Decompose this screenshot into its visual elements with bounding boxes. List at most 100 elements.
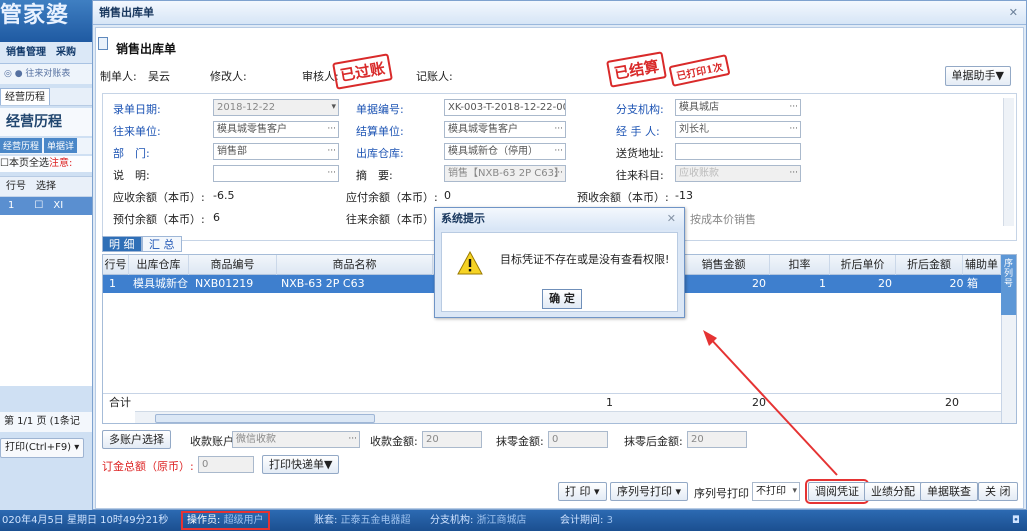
col-rowno[interactable]: 行号 (103, 255, 129, 275)
col-product-name[interactable]: 商品名称 (277, 255, 433, 275)
doc-helper-button[interactable]: 单据助手▼ (944, 66, 1011, 86)
print-express-button[interactable]: 打印快递单▼ (262, 455, 340, 474)
col-discount-rate[interactable]: 扣率 (770, 255, 830, 275)
cell-warehouse: 模具城新仓 (133, 277, 188, 290)
cell-rowno: 1 (109, 277, 116, 290)
ellipsis-icon[interactable]: ··· (327, 144, 336, 159)
dropdown-icon: ▾ (792, 486, 797, 496)
col-discount-price[interactable]: 折后单价 (830, 255, 896, 275)
quick-nav[interactable]: ◎ ● 往来对账表 (0, 64, 92, 84)
bg-pager: 第 1/1 页 (1条记 (0, 412, 92, 432)
ellipsis-icon[interactable]: ··· (789, 166, 798, 181)
after-zero-label: 抹零后金额: (624, 435, 683, 448)
subject-value: 应收账款 (679, 168, 719, 179)
dept-field[interactable]: 销售部 ··· (213, 143, 339, 160)
prepay-label: 预付余额（本币）: (113, 213, 205, 226)
address-field[interactable] (675, 143, 801, 160)
amount-field[interactable]: 20 (422, 431, 482, 448)
bg-subtabs: 经营历程 单据详 (0, 138, 92, 154)
warning-icon (457, 251, 483, 275)
status-bar: 020年4月5日 星期日 10时49分21秒 操作员: 超级用户 账套: 正泰五… (0, 510, 1027, 531)
ellipsis-icon[interactable]: ··· (789, 122, 798, 137)
serial-column-tab[interactable]: 序列号 (1001, 255, 1016, 315)
tab-detail[interactable]: 明 细 (102, 236, 142, 252)
dept-value: 销售部 (217, 146, 247, 157)
settle-field[interactable]: 模具城零售客户 ··· (444, 121, 566, 138)
dialog-ok-button[interactable]: 确 定 (542, 289, 582, 309)
subtab-doc-detail[interactable]: 单据详 (44, 138, 78, 153)
subject-field[interactable]: 应收账款 ··· (675, 165, 801, 182)
close-button[interactable]: 关 闭 (978, 482, 1018, 501)
tab-history[interactable]: 经营历程 (0, 88, 50, 105)
select-note: 注意: (48, 158, 73, 169)
address-label: 送货地址: (616, 147, 664, 160)
ellipsis-icon[interactable]: ··· (348, 432, 357, 447)
print-button[interactable]: 打 印 ▾ (558, 482, 607, 501)
scroll-thumb[interactable] (155, 414, 375, 423)
partner-value: 模具城零售客户 (217, 124, 287, 135)
subtab-history[interactable]: 经营历程 (0, 138, 43, 153)
col-discount-amount[interactable]: 折后金额 (896, 255, 963, 275)
select-all-row[interactable]: ☐本页全选注意: (0, 156, 92, 172)
partner-field[interactable]: 模具城零售客户 ··· (213, 121, 339, 138)
date-field[interactable]: 2018-12-22 ▾ (213, 99, 339, 116)
ellipsis-icon[interactable]: ··· (554, 166, 563, 181)
ar-value: -6.5 (213, 189, 235, 202)
ellipsis-icon[interactable]: ··· (554, 122, 563, 137)
col-sales-amount[interactable]: 销售金额 (678, 255, 770, 275)
doc-link-query-button[interactable]: 单据联查 (920, 482, 978, 501)
bg-print-button[interactable]: 打印(Ctrl+F9) ▾ (0, 438, 84, 458)
note-label: 说 明: (113, 169, 150, 182)
document-icon (98, 37, 108, 50)
summary-field[interactable]: 销售【NXB-63 2P C63】 ··· (444, 165, 566, 182)
bg-col-rowno: 行号 (6, 181, 26, 192)
grid-horizontal-scrollbar[interactable] (135, 411, 1001, 423)
serial-print-select[interactable]: 不打印 ▾ (752, 482, 800, 501)
total-discount: 20 (945, 396, 959, 409)
status-account: 账套: 正泰五金电器超 (314, 510, 411, 531)
dialog-close-icon[interactable]: ✕ (667, 208, 676, 230)
bg-print-label: 打印(Ctrl+F9) (5, 442, 72, 453)
col-aux-unit[interactable]: 辅助单 (963, 255, 1001, 275)
col-warehouse[interactable]: 出库仓库 (129, 255, 189, 275)
prepay-value: 6 (213, 211, 220, 224)
window-close-icon[interactable]: ✕ (1009, 1, 1018, 25)
tab-summary[interactable]: 汇 总 (142, 236, 182, 252)
docno-field[interactable]: XK-003-T-2018-12-22-002 (444, 99, 566, 116)
handler-value: 刘长礼 (679, 124, 709, 135)
payment-row: 多账户选择 收款账户: 微信收款 ··· 收款金额: 20 抹零金额: 0 抹零后… (102, 430, 1017, 450)
total-label: 合计 (109, 396, 131, 409)
performance-allocation-button[interactable]: 业绩分配 (864, 482, 922, 501)
bg-grid: 行号 选择 1 ☐ XI (0, 176, 92, 386)
handler-field[interactable]: 刘长礼 ··· (675, 121, 801, 138)
select-all-label: 本页全选 (8, 158, 49, 169)
col-product-code[interactable]: 商品编号 (189, 255, 277, 275)
menu-item-purchase[interactable]: 采购 (56, 47, 76, 58)
multi-account-button[interactable]: 多账户选择 (102, 430, 171, 449)
account-field[interactable]: 微信收款 ··· (232, 431, 360, 448)
deposit-field[interactable]: 0 (198, 456, 254, 473)
status-operator: 操作员: 超级用户 (181, 511, 270, 530)
ellipsis-icon[interactable]: ··· (327, 166, 336, 181)
serial-print-button[interactable]: 序列号打印 ▾ (610, 482, 689, 501)
fields-scrollbar[interactable] (1003, 98, 1014, 226)
bg-grid-row[interactable]: 1 ☐ XI (0, 197, 92, 215)
stamp-posted: 已过账 (332, 53, 393, 90)
dialog-body: 目标凭证不存在或是没有查看权限! 确 定 (441, 232, 678, 312)
dropdown-icon: ▾ (331, 102, 336, 112)
docno-label: 单据编号: (356, 103, 404, 116)
branch-field-label: 分支机构: (616, 103, 664, 116)
menu-item-sales[interactable]: 销售管理 (6, 47, 46, 58)
ellipsis-icon[interactable]: ··· (789, 100, 798, 115)
warehouse-field[interactable]: 模具城新仓（停用） ··· (444, 143, 566, 160)
ellipsis-icon[interactable]: ··· (327, 122, 336, 137)
account-label: 收款账户: (190, 435, 238, 448)
after-zero-field[interactable]: 20 (687, 431, 747, 448)
branch-field[interactable]: 模具城店 ··· (675, 99, 801, 116)
bg-page-title: 经营历程 (0, 108, 92, 136)
note-field[interactable]: ··· (213, 165, 339, 182)
ellipsis-icon[interactable]: ··· (554, 144, 563, 159)
ap-label: 应付余额（本币）: (346, 191, 438, 204)
zero-field[interactable]: 0 (548, 431, 608, 448)
view-voucher-button[interactable]: 调阅凭证 (805, 479, 869, 504)
